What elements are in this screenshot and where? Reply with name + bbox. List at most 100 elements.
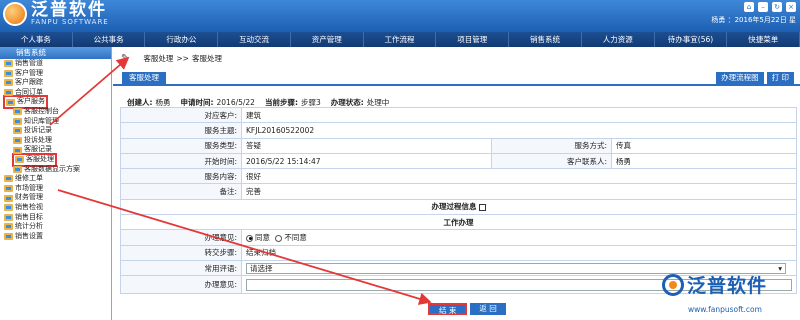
breadcrumb: ✎ 客服处理 >> 客服处理: [113, 47, 800, 69]
nav-item[interactable]: 个人事务: [0, 32, 73, 47]
time-value: 2016/5/22: [216, 98, 255, 107]
sidebar-item[interactable]: 销售管道: [0, 59, 111, 69]
nav-item[interactable]: 工作流程: [364, 32, 437, 47]
sidebar-item[interactable]: 客服控制台: [0, 107, 111, 117]
sidebar-item[interactable]: 客户跟踪: [0, 78, 111, 88]
sidebar-item-label: 客户跟踪: [15, 78, 43, 87]
sidebar-item[interactable]: 投诉处理: [0, 136, 111, 146]
footer-buttons: 结 束 返 回: [428, 303, 506, 315]
folder-icon: [13, 127, 22, 135]
common-comment-label: 常用评语:: [120, 259, 242, 277]
agree-label: 同意: [255, 233, 270, 243]
flowchart-button[interactable]: 办理流程图: [716, 72, 764, 84]
sidebar-title: 销售系统: [0, 47, 111, 59]
folder-icon: [13, 146, 22, 154]
home-icon[interactable]: ⌂: [744, 2, 754, 12]
minimize-icon[interactable]: –: [758, 2, 768, 12]
nav-item[interactable]: 待办事宜(56): [655, 32, 728, 47]
breadcrumb-part2: 客服处理: [191, 53, 222, 63]
status-value: 处理中: [366, 98, 390, 107]
process-info-label: 办理过程信息: [431, 202, 477, 212]
nav-item[interactable]: 行政办公: [145, 32, 219, 47]
method-value: 传真: [611, 137, 797, 154]
folder-icon: [13, 165, 22, 173]
top-banner: 泛普软件 FANPU SOFTWARE ⌂ – ↻ × 杨勇 ：2016年5月2…: [0, 0, 800, 32]
work-handle-heading: 工作办理: [120, 214, 797, 231]
folder-icon: [6, 98, 15, 106]
type-label: 服务类型:: [120, 137, 242, 154]
sidebar-item[interactable]: 知识库管理: [0, 117, 111, 127]
folder-icon: [4, 213, 13, 221]
sidebar-item-label: 客服数据显示方案: [24, 164, 80, 173]
sidebar-item[interactable]: 客服处理: [0, 152, 111, 167]
nav-item[interactable]: 公共事务: [73, 32, 146, 47]
logo-subtitle: FANPU SOFTWARE: [31, 18, 109, 26]
watermark-url: www.fanpusoft.com: [688, 305, 762, 314]
breadcrumb-part1[interactable]: 客服处理: [143, 53, 173, 64]
nav-item[interactable]: 互动交流: [218, 32, 291, 47]
start-time-value: 2016/5/22 15:14:47: [241, 152, 492, 170]
sidebar-item[interactable]: 客户管理: [0, 69, 111, 79]
sidebar-tree: 销售管道 客户管理 客户跟踪 合同订单 客户服务 客服控制台 知识库管理 投诉记录 投诉处理 客服…: [0, 59, 111, 241]
common-comment-placeholder: 请选择: [250, 263, 273, 273]
folder-icon: [4, 175, 13, 183]
sidebar-item-label: 投诉处理: [24, 135, 52, 144]
disagree-label: 不同意: [284, 233, 307, 243]
user-info: 杨勇 ：2016年5月22日 星: [711, 16, 796, 24]
tab-service-handle[interactable]: 客服处理: [122, 72, 166, 84]
sidebar-item[interactable]: 销售设置: [0, 232, 111, 242]
logo: 泛普软件 FANPU SOFTWARE: [3, 2, 109, 26]
sidebar-item[interactable]: 统计分析: [0, 222, 111, 232]
remark-value: 完善: [241, 183, 797, 200]
nav-item[interactable]: 资产管理: [291, 32, 364, 47]
sidebar-item[interactable]: 市场管理: [0, 184, 111, 194]
sidebar-item-label: 财务管理: [15, 193, 43, 202]
step-value: 步骤3: [300, 98, 321, 107]
opinion2-label: 办理意见:: [120, 275, 242, 295]
sidebar-item-label: 销售设置: [15, 231, 43, 240]
folder-icon: [15, 156, 24, 164]
contact-value: 杨勇: [611, 152, 797, 170]
folder-icon: [4, 194, 13, 202]
content-value: 很好: [241, 168, 797, 185]
nav-item[interactable]: 销售系统: [509, 32, 582, 47]
transfer-value: 结束归档: [241, 244, 797, 261]
logo-mark-icon: [3, 2, 27, 26]
folder-icon: [4, 204, 13, 212]
step-label: 当前步骤:: [264, 98, 298, 107]
chevron-down-icon: ▾: [778, 263, 782, 273]
nav-item[interactable]: 快捷菜单: [727, 32, 800, 47]
refresh-icon[interactable]: ↻: [772, 2, 782, 12]
nav-item[interactable]: 人力资源: [582, 32, 655, 47]
main-nav: 个人事务 公共事务 行政办公 互动交流 资产管理 工作流程 项目管理 销售系统 人力资源 待办事宜…: [0, 32, 800, 47]
sidebar-item-label: 销售管道: [15, 59, 43, 67]
back-button[interactable]: 返 回: [470, 303, 506, 315]
sidebar-item-label: 客服控制台: [24, 106, 59, 115]
print-button[interactable]: 打 印: [766, 72, 794, 84]
folder-icon: [4, 89, 13, 97]
sidebar-item-label: 客户服务: [17, 97, 45, 106]
pencil-icon: ✎: [121, 52, 130, 64]
sidebar-item[interactable]: 投诉记录: [0, 126, 111, 136]
close-icon[interactable]: ×: [786, 2, 796, 12]
sidebar-item[interactable]: 财务管理: [0, 193, 111, 203]
nav-item[interactable]: 项目管理: [436, 32, 510, 47]
subject-label: 服务主题:: [120, 122, 242, 139]
subject-value: KFJL20160522002: [241, 122, 797, 139]
watermark: 泛普软件: [662, 271, 767, 298]
customer-label: 对应客户:: [120, 106, 242, 124]
sidebar-item[interactable]: 维修工单: [0, 174, 111, 184]
disagree-radio[interactable]: [275, 234, 283, 242]
sidebar-item[interactable]: 客服数据显示方案: [0, 165, 111, 175]
tab-actions: 办理流程图 打 印: [716, 72, 794, 84]
sidebar-item[interactable]: 客户服务: [0, 95, 111, 109]
sidebar-item[interactable]: 销售检视: [0, 203, 111, 213]
sidebar-item[interactable]: 销售目标: [0, 213, 111, 223]
type-value: 答疑: [241, 137, 492, 154]
customer-value: 建筑: [241, 106, 797, 124]
remark-label: 备注:: [120, 183, 242, 200]
folder-icon: [4, 223, 13, 231]
process-info-checkbox[interactable]: [478, 203, 486, 211]
agree-radio[interactable]: [246, 234, 253, 242]
finish-button[interactable]: 结 束: [428, 303, 468, 315]
